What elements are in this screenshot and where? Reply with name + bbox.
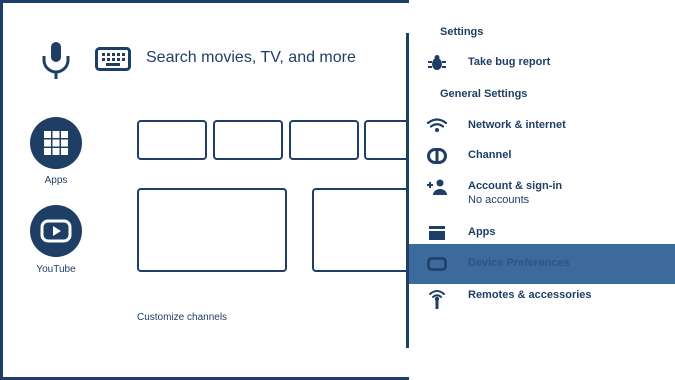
settings-item-label: Device Preferences [468, 257, 570, 269]
device-icon [425, 255, 449, 273]
youtube-label: YouTube [36, 264, 76, 275]
channel-card[interactable] [137, 188, 287, 272]
remote-icon [425, 290, 449, 309]
apps-grid-icon [44, 131, 68, 155]
take-bug-report-item[interactable]: Take bug report [409, 48, 675, 78]
bug-icon [425, 54, 449, 72]
apps-button[interactable] [30, 117, 82, 169]
youtube-play-icon [40, 219, 72, 243]
settings-item-label: Network & internet [468, 119, 566, 131]
account-add-icon [425, 178, 449, 196]
settings-item-channel[interactable]: Channel [409, 141, 675, 171]
keyboard-icon[interactable] [95, 47, 131, 71]
search-prompt[interactable]: Search movies, TV, and more [146, 49, 356, 67]
customize-channels-link[interactable]: Customize channels [137, 312, 227, 323]
settings-item-device-preferences[interactable]: Device Preferences [409, 244, 675, 284]
apps-icon [425, 224, 449, 242]
settings-panel: Settings Take bug report General Setting… [409, 0, 675, 380]
channel-card[interactable] [213, 120, 283, 160]
settings-item-network[interactable]: Network & internet [409, 110, 675, 140]
bug-report-label: Take bug report [468, 56, 551, 68]
panel-divider [406, 33, 409, 348]
general-settings-heading: General Settings [440, 88, 528, 100]
youtube-button[interactable] [30, 205, 82, 257]
settings-item-label: Channel [468, 149, 512, 161]
settings-item-remotes[interactable]: Remotes & accessories [409, 286, 675, 316]
settings-item-sublabel: No accounts [468, 194, 530, 206]
wifi-icon [425, 116, 449, 134]
channel-card[interactable] [137, 120, 207, 160]
apps-label: Apps [44, 175, 68, 186]
channel-card[interactable] [289, 120, 359, 160]
settings-item-label: Account & sign-in [468, 180, 563, 192]
settings-item-account[interactable]: Account & sign-in No accounts [409, 172, 675, 212]
mic-icon[interactable] [38, 40, 74, 80]
channel-icon [425, 147, 449, 165]
panel-title: Settings [440, 26, 484, 38]
settings-item-label: Remotes & accessories [468, 289, 592, 301]
settings-item-label: Apps [468, 226, 496, 238]
